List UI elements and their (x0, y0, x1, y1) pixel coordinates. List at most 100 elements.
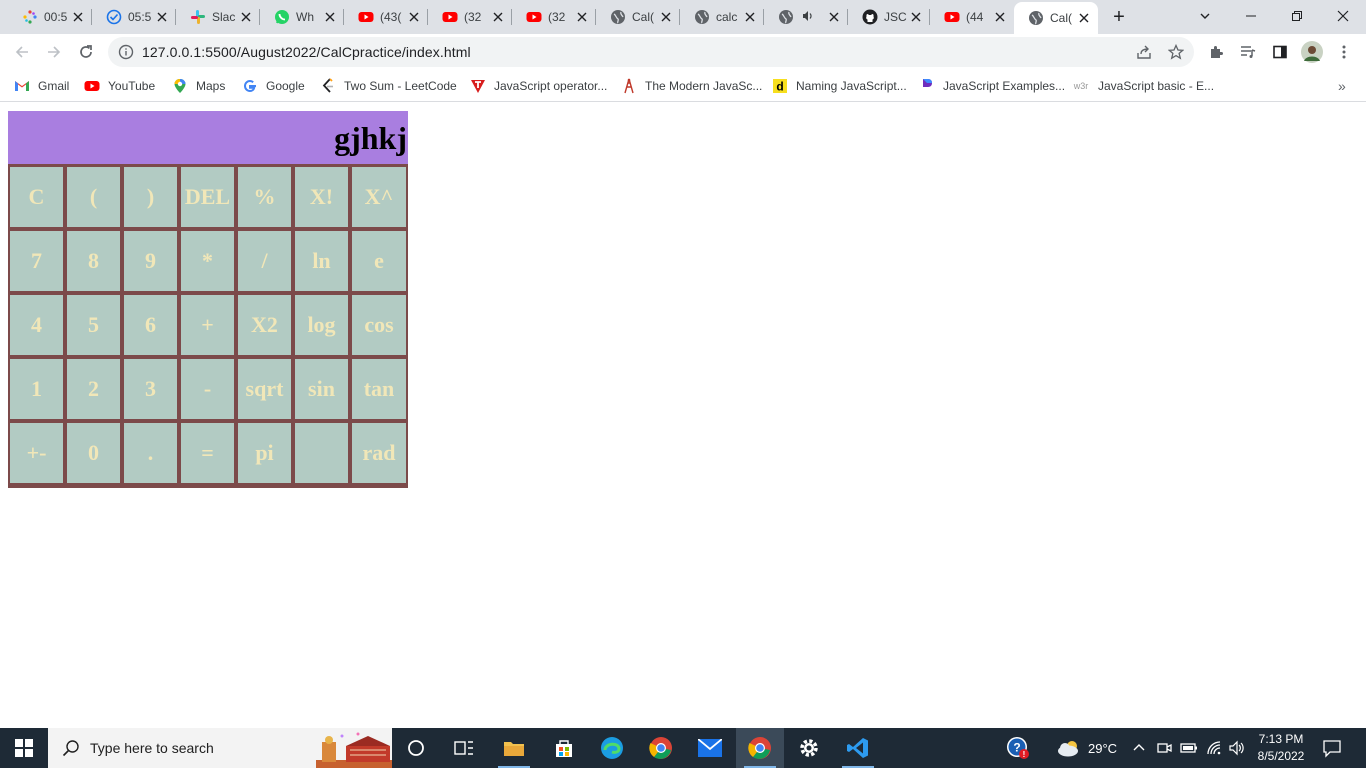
bookmark-item[interactable]: w3r JavaScript basic - E... (1072, 76, 1214, 96)
calc-key[interactable]: 0 (67, 423, 120, 483)
reload-button[interactable] (72, 38, 100, 66)
browser-tab[interactable]: (44 (930, 0, 1014, 34)
forward-button[interactable] (40, 38, 68, 66)
info-icon[interactable] (118, 44, 134, 60)
tab-search-button[interactable] (1182, 0, 1228, 32)
notification-center-button[interactable] (1322, 728, 1342, 768)
calc-key[interactable]: ( (67, 167, 120, 227)
calc-key[interactable]: X^ (352, 167, 406, 227)
chrome-button-2[interactable] (736, 728, 784, 768)
close-tab-icon[interactable] (658, 9, 674, 25)
help-tray-icon[interactable]: ?! (1006, 728, 1030, 768)
minimize-button[interactable] (1228, 0, 1274, 32)
reading-list-button[interactable] (1236, 40, 1260, 64)
browser-tab[interactable]: 05:5 (92, 0, 176, 34)
browser-tab[interactable]: Cal( (596, 0, 680, 34)
url-text[interactable]: 127.0.0.1:5500/August2022/CalCpractice/i… (142, 44, 471, 60)
taskbar-search-box[interactable]: Type here to search (48, 728, 392, 768)
calc-key[interactable]: C (10, 167, 63, 227)
close-tab-icon[interactable] (908, 9, 924, 25)
bookmark-item[interactable]: d Naming JavaScript... (772, 76, 907, 96)
bookmark-item[interactable]: JavaScript Examples... (919, 76, 1065, 96)
more-bookmarks-button[interactable]: » (1338, 76, 1346, 96)
browser-tab[interactable]: (32 (512, 0, 596, 34)
calc-key[interactable]: cos (352, 295, 406, 355)
browser-tab[interactable]: Wh (260, 0, 344, 34)
calc-key[interactable]: 3 (124, 359, 177, 419)
calc-key[interactable]: sin (295, 359, 348, 419)
bookmark-item[interactable]: The Modern JavaSc... (621, 76, 762, 96)
calc-key[interactable]: / (238, 231, 291, 291)
battery-tray-icon[interactable] (1180, 728, 1198, 768)
calc-key[interactable] (295, 423, 348, 483)
browser-tab[interactable]: calc (680, 0, 764, 34)
calc-key[interactable]: 5 (67, 295, 120, 355)
calc-key[interactable]: - (181, 359, 234, 419)
new-tab-button[interactable]: + (1106, 5, 1132, 29)
bookmark-star-button[interactable] (1164, 40, 1188, 64)
browser-tab[interactable]: 00:5 (8, 0, 92, 34)
extensions-button[interactable] (1204, 40, 1228, 64)
bookmark-item[interactable]: JavaScript operator... (470, 76, 607, 96)
browser-tab[interactable]: JSC (848, 0, 930, 34)
bookmark-item[interactable]: Maps (172, 76, 225, 96)
profile-avatar[interactable] (1300, 40, 1324, 64)
calc-key[interactable]: DEL (181, 167, 234, 227)
network-tray-icon[interactable] (1206, 728, 1222, 768)
calc-key[interactable]: 2 (67, 359, 120, 419)
browser-tab[interactable]: (32 (428, 0, 512, 34)
chrome-button-1[interactable] (637, 728, 685, 768)
calc-key[interactable]: + (181, 295, 234, 355)
file-explorer-button[interactable] (490, 728, 538, 768)
weather-widget[interactable]: 29°C (1056, 728, 1117, 768)
close-tab-icon[interactable] (490, 9, 506, 25)
calc-key[interactable]: e (352, 231, 406, 291)
calc-key[interactable]: % (238, 167, 291, 227)
show-hidden-icons-button[interactable] (1132, 728, 1146, 768)
volume-tray-icon[interactable] (1228, 728, 1246, 768)
close-tab-icon[interactable] (406, 9, 422, 25)
bookmark-item[interactable]: Google (242, 76, 305, 96)
edge-button[interactable] (588, 728, 636, 768)
close-tab-icon[interactable] (1076, 10, 1092, 26)
close-tab-icon[interactable] (742, 9, 758, 25)
calc-key[interactable]: X2 (238, 295, 291, 355)
calc-key[interactable]: * (181, 231, 234, 291)
settings-button[interactable] (785, 728, 833, 768)
bookmark-item[interactable]: Gmail (14, 76, 69, 96)
calc-key[interactable]: 9 (124, 231, 177, 291)
close-tab-icon[interactable] (574, 9, 590, 25)
calc-key[interactable]: 1 (10, 359, 63, 419)
calc-key[interactable]: X! (295, 167, 348, 227)
side-panel-button[interactable] (1268, 40, 1292, 64)
bookmark-item[interactable]: YouTube (84, 76, 155, 96)
share-button[interactable] (1132, 40, 1156, 64)
close-tab-icon[interactable] (322, 9, 338, 25)
browser-tab[interactable]: (43( (344, 0, 428, 34)
calc-key[interactable]: tan (352, 359, 406, 419)
task-view-button[interactable] (440, 728, 488, 768)
restore-button[interactable] (1274, 0, 1320, 32)
calc-key[interactable]: 8 (67, 231, 120, 291)
calc-key[interactable]: = (181, 423, 234, 483)
calc-key[interactable]: rad (352, 423, 406, 483)
close-window-button[interactable] (1320, 0, 1366, 32)
browser-tab[interactable]: Slac (176, 0, 260, 34)
close-tab-icon[interactable] (826, 9, 842, 25)
close-tab-icon[interactable] (238, 9, 254, 25)
calc-key[interactable]: sqrt (238, 359, 291, 419)
calc-key[interactable]: ) (124, 167, 177, 227)
taskbar-clock[interactable]: 7:13 PM 8/5/2022 (1250, 731, 1312, 765)
cortana-button[interactable] (392, 728, 440, 768)
meet-now-tray-icon[interactable] (1156, 728, 1172, 768)
start-button[interactable] (0, 728, 48, 768)
calc-key[interactable]: log (295, 295, 348, 355)
bookmark-item[interactable]: Two Sum - LeetCode (320, 76, 457, 96)
calc-key[interactable]: ln (295, 231, 348, 291)
vscode-button[interactable] (834, 728, 882, 768)
calc-key[interactable]: . (124, 423, 177, 483)
close-tab-icon[interactable] (992, 9, 1008, 25)
close-tab-icon[interactable] (154, 9, 170, 25)
chrome-menu-button[interactable] (1332, 40, 1356, 64)
close-tab-icon[interactable] (70, 9, 86, 25)
